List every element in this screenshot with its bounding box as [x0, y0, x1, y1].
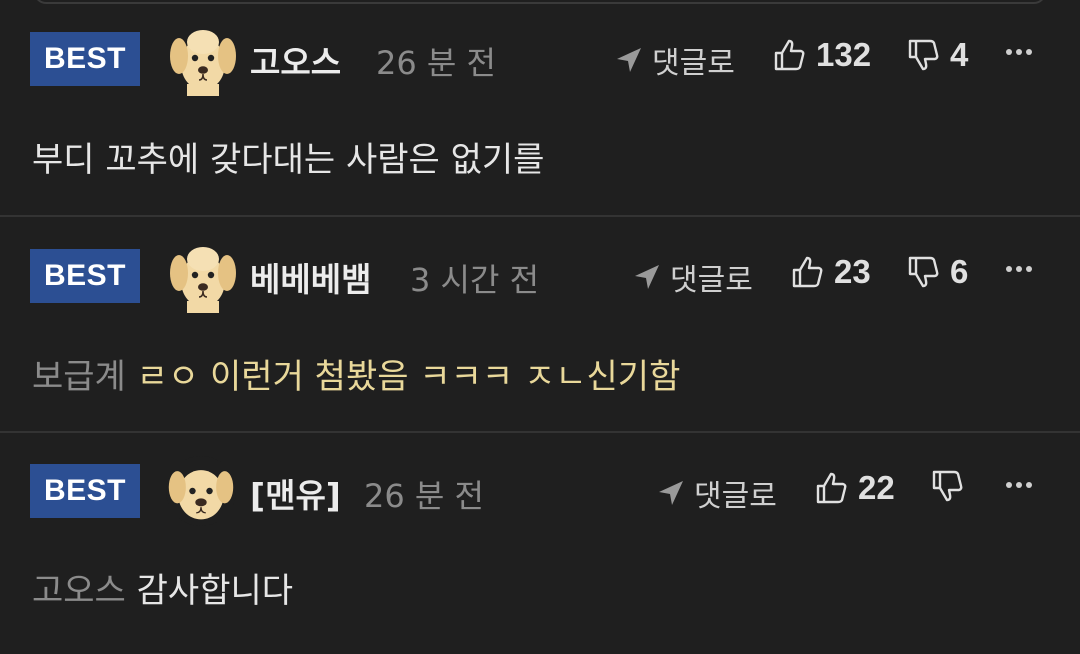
puppy-avatar-icon[interactable] [165, 20, 241, 96]
like-count: 22 [858, 469, 895, 506]
reply-button[interactable]: 댓글로 [632, 255, 753, 299]
like-button[interactable]: 132 [772, 36, 871, 74]
comment-item: BEST 고오스 26 분 전 댓글로 132 4 부디 꼬추에 갖다대는 사람… [0, 0, 1080, 217]
comment-text: 부디 꼬추에 갖다대는 사람은 없기를 [32, 140, 545, 180]
like-button[interactable]: 23 [790, 253, 871, 291]
like-count: 132 [816, 36, 872, 73]
thumbs-up-icon [816, 472, 847, 504]
thumbs-up-icon [792, 256, 823, 288]
best-badge: BEST [30, 32, 140, 86]
thumbs-up-icon [774, 39, 805, 71]
comment-body: 고오스 감사합니다 [32, 563, 293, 612]
comment-text: 감사합니다 [136, 571, 294, 611]
more-options-icon[interactable] [1006, 482, 1032, 488]
best-badge: BEST [30, 249, 140, 303]
reply-label: 댓글로 [652, 46, 735, 81]
like-count: 23 [834, 253, 871, 290]
puppy-avatar-icon[interactable] [165, 237, 241, 313]
timestamp: 3 시간 전 [410, 261, 540, 299]
thumbs-down-icon [908, 256, 939, 288]
username[interactable]: 베베베뱀 [250, 253, 371, 301]
mention-username[interactable]: 고오스 [32, 571, 126, 611]
reply-button[interactable]: 댓글로 [614, 38, 735, 82]
reply-arrow-icon [659, 481, 683, 505]
reply-label: 댓글로 [694, 479, 777, 514]
comment-text: ㄹㅇ 이런거 첨봤음 ㅋㅋㅋ ㅈㄴ신기함 [136, 357, 681, 397]
dislike-count: 6 [950, 253, 969, 290]
best-badge: BEST [30, 464, 140, 518]
comment-item: BEST [맨유] 26 분 전 댓글로 22 고오스 감사합니다 [0, 433, 1080, 650]
puppy-avatar-icon[interactable] [165, 455, 237, 527]
username[interactable]: 고오스 [250, 36, 341, 84]
mention-username[interactable]: 보급계 [32, 357, 126, 397]
dislike-button[interactable] [930, 469, 974, 503]
comment-body: 보급계 ㄹㅇ 이런거 첨봤음 ㅋㅋㅋ ㅈㄴ신기함 [32, 349, 680, 398]
dislike-count: 4 [950, 36, 969, 73]
comment-item: BEST 베베베뱀 3 시간 전 댓글로 23 6 보급계 ㄹㅇ 이런거 첨봤음… [0, 217, 1080, 433]
like-button[interactable]: 22 [814, 469, 895, 507]
dislike-button[interactable]: 6 [906, 253, 968, 291]
reply-arrow-icon [617, 48, 641, 72]
dislike-button[interactable]: 4 [906, 36, 968, 74]
thumbs-down-icon [932, 470, 963, 502]
reply-button[interactable]: 댓글로 [656, 471, 777, 515]
reply-label: 댓글로 [670, 263, 753, 298]
timestamp: 26 분 전 [364, 477, 484, 515]
more-options-icon[interactable] [1006, 49, 1032, 55]
username[interactable]: [맨유] [250, 469, 341, 517]
reply-arrow-icon [635, 265, 659, 289]
thumbs-down-icon [908, 39, 939, 71]
more-options-icon[interactable] [1006, 266, 1032, 272]
timestamp: 26 분 전 [376, 44, 496, 82]
